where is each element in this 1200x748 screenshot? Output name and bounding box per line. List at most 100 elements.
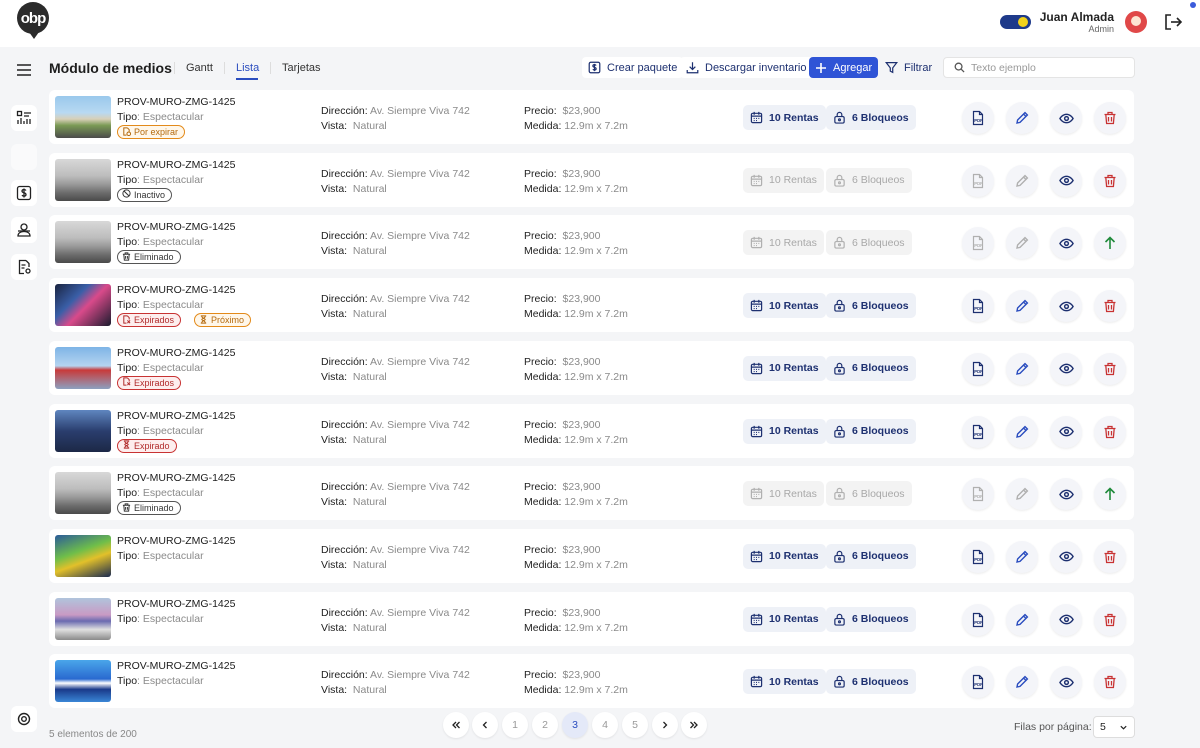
filter-button[interactable]: Filtrar [879,57,938,78]
page-2-button[interactable]: 2 [532,712,558,738]
view-button[interactable] [1050,227,1082,260]
blocks-button[interactable]: 6 Bloqueos [826,418,916,444]
sidebar-item-reports[interactable] [11,254,37,280]
delete-button[interactable] [1094,666,1126,699]
table-row[interactable]: PROV-MURO-ZMG-1425 Tipo: Espectacular Dire… [49,654,1134,709]
table-row[interactable]: PROV-MURO-ZMG-1425 Tipo: Espectacular Elim… [49,466,1134,521]
media-thumbnail[interactable] [55,221,111,264]
first-page-button[interactable] [443,712,469,738]
pdf-button[interactable]: PDF [962,102,994,134]
blocks-button[interactable]: 6 Bloqueos [826,481,912,507]
blocks-button[interactable]: 6 Bloqueos [826,543,916,569]
add-button[interactable]: Agregar [809,57,879,78]
table-row[interactable]: PROV-MURO-ZMG-1425 Tipo: Espectacular Expi… [49,403,1134,458]
pdf-button[interactable]: PDF [962,352,994,385]
view-button[interactable] [1050,102,1082,134]
rentals-button[interactable]: 10 Rentas [743,481,824,507]
table-row[interactable]: PROV-MURO-ZMG-1425 Tipo: Espectacular Inac… [49,152,1134,207]
table-row[interactable]: PROV-MURO-ZMG-1425 Tipo: Espectacular Elim… [49,215,1134,270]
media-thumbnail[interactable] [55,284,111,327]
pdf-button[interactable]: PDF [962,666,994,699]
rows-per-page-select[interactable]: 5 [1093,716,1135,738]
view-button[interactable] [1050,603,1082,636]
table-row[interactable]: PROV-MURO-ZMG-1425 Tipo: Espectacular Expi… [49,340,1134,395]
blocks-button[interactable]: 6 Bloqueos [826,606,916,632]
next-page-button[interactable] [652,712,678,738]
prev-page-button[interactable] [472,712,498,738]
rentals-button[interactable]: 10 Rentas [743,418,826,444]
create-package-button[interactable]: Crear paquete [582,57,684,78]
sidebar-item-dashboard[interactable] [11,105,37,131]
page-5-button[interactable]: 5 [622,712,648,738]
theme-toggle[interactable] [1000,15,1031,29]
view-button[interactable] [1050,478,1082,511]
sidebar-settings[interactable] [11,706,37,732]
media-thumbnail[interactable] [55,472,111,515]
edit-button[interactable] [1006,164,1038,197]
media-thumbnail[interactable] [55,660,111,703]
edit-button[interactable] [1006,540,1038,573]
avatar[interactable] [1125,11,1147,33]
page-1-button[interactable]: 1 [502,712,528,738]
sidebar-item-media[interactable] [11,144,37,170]
pdf-button[interactable]: PDF [962,164,994,197]
media-thumbnail[interactable] [55,96,111,138]
blocks-button[interactable]: 6 Bloqueos [826,355,916,381]
edit-button[interactable] [1006,227,1038,260]
delete-button[interactable] [1094,415,1126,448]
rentals-button[interactable]: 10 Rentas [743,167,824,193]
delete-button[interactable] [1094,102,1126,134]
sidebar-item-finance[interactable] [11,180,37,206]
tab-tarjetas[interactable]: Tarjetas [282,62,321,74]
blocks-button[interactable]: 6 Bloqueos [826,293,916,319]
edit-button[interactable] [1006,603,1038,636]
logout-icon[interactable] [1163,12,1183,32]
rentals-button[interactable]: 10 Rentas [743,293,826,319]
sidebar-item-users[interactable] [11,217,37,243]
rentals-button[interactable]: 10 Rentas [743,669,826,695]
menu-button[interactable] [11,57,37,83]
edit-button[interactable] [1006,352,1038,385]
blocks-button[interactable]: 6 Bloqueos [826,669,916,695]
app-logo[interactable]: obp [17,2,49,34]
table-row[interactable]: PROV-MURO-ZMG-1425 Tipo: Espectacular Dire… [49,528,1134,583]
rentals-button[interactable]: 10 Rentas [743,606,826,632]
blocks-button[interactable]: 6 Bloqueos [826,105,916,130]
delete-button[interactable] [1094,164,1126,197]
rentals-button[interactable]: 10 Rentas [743,543,826,569]
media-thumbnail[interactable] [55,597,111,640]
download-inventory-button[interactable]: Descargar inventario [680,57,813,78]
edit-button[interactable] [1006,290,1038,323]
rentals-button[interactable]: 10 Rentas [743,230,824,256]
view-button[interactable] [1050,352,1082,385]
page-4-button[interactable]: 4 [592,712,618,738]
pdf-button[interactable]: PDF [962,540,994,573]
view-button[interactable] [1050,290,1082,323]
last-page-button[interactable] [681,712,707,738]
pdf-button[interactable]: PDF [962,290,994,323]
media-thumbnail[interactable] [55,534,111,577]
tab-lista[interactable]: Lista [236,62,259,74]
pdf-button[interactable]: PDF [962,227,994,260]
pdf-button[interactable]: PDF [962,603,994,636]
delete-button[interactable] [1094,540,1126,573]
media-thumbnail[interactable] [55,346,111,389]
delete-button[interactable] [1094,603,1126,636]
edit-button[interactable] [1006,666,1038,699]
media-thumbnail[interactable] [55,158,111,201]
search-input[interactable] [971,61,1121,74]
rentals-button[interactable]: 10 Rentas [743,105,826,130]
media-thumbnail[interactable] [55,409,111,452]
page-3-button[interactable]: 3 [562,712,588,738]
restore-button[interactable] [1094,478,1126,511]
edit-button[interactable] [1006,102,1038,134]
edit-button[interactable] [1006,415,1038,448]
rentals-button[interactable]: 10 Rentas [743,355,826,381]
blocks-button[interactable]: 6 Bloqueos [826,230,912,256]
pdf-button[interactable]: PDF [962,415,994,448]
edit-button[interactable] [1006,478,1038,511]
view-button[interactable] [1050,415,1082,448]
view-button[interactable] [1050,164,1082,197]
pdf-button[interactable]: PDF [962,478,994,511]
table-row[interactable]: PROV-MURO-ZMG-1425 Tipo: Espectacular Por … [49,90,1134,144]
